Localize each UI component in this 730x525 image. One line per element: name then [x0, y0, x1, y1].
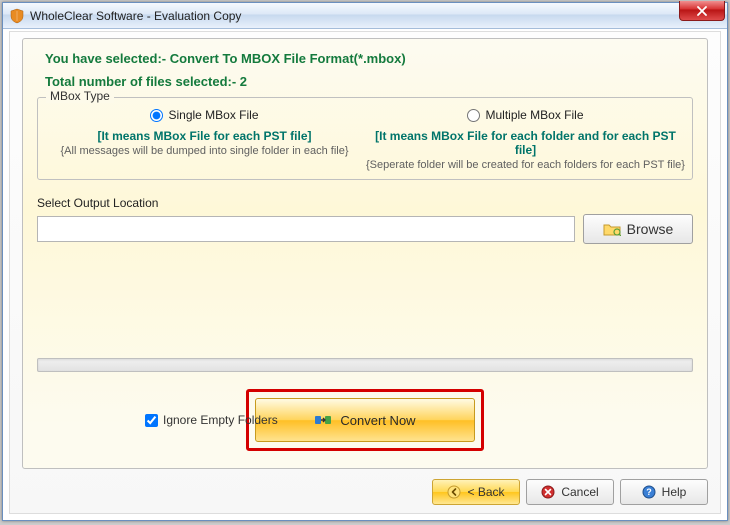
- ignore-empty-checkbox[interactable]: Ignore Empty Folders: [145, 413, 278, 427]
- ignore-empty-label: Ignore Empty Folders: [163, 413, 278, 427]
- selected-format-text: You have selected:- Convert To MBOX File…: [45, 51, 693, 66]
- svg-text:?: ?: [646, 487, 652, 497]
- browse-button[interactable]: Browse: [583, 214, 693, 244]
- back-button[interactable]: < Back: [432, 479, 520, 505]
- cancel-icon: [541, 485, 555, 499]
- titlebar: WholeClear Software - Evaluation Copy: [3, 3, 727, 29]
- main-panel: You have selected:- Convert To MBOX File…: [22, 38, 708, 469]
- single-mbox-hint2: {All messages will be dumped into single…: [44, 145, 365, 157]
- convert-highlight: Convert Now: [246, 389, 484, 451]
- app-window: WholeClear Software - Evaluation Copy Yo…: [2, 2, 728, 521]
- help-button[interactable]: ? Help: [620, 479, 708, 505]
- progress-bar: [37, 358, 693, 372]
- single-mbox-label: Single MBox File: [168, 108, 258, 122]
- single-mbox-radio[interactable]: Single MBox File: [150, 108, 258, 122]
- mbox-type-legend: MBox Type: [46, 89, 114, 103]
- output-location-input[interactable]: [37, 216, 575, 242]
- back-icon: [447, 485, 461, 499]
- multiple-mbox-hint1: [It means MBox File for each folder and …: [365, 129, 686, 157]
- cancel-button[interactable]: Cancel: [526, 479, 614, 505]
- convert-now-label: Convert Now: [340, 413, 415, 428]
- mbox-type-group: MBox Type Single MBox File [It means MBo…: [37, 97, 693, 180]
- nav-bar: < Back Cancel ? Help: [22, 479, 708, 505]
- back-label: < Back: [467, 485, 504, 499]
- cancel-label: Cancel: [561, 485, 598, 499]
- help-icon: ?: [642, 485, 656, 499]
- folder-icon: [603, 222, 621, 236]
- output-location-label: Select Output Location: [37, 196, 693, 210]
- app-icon: [9, 8, 25, 24]
- close-button[interactable]: [679, 1, 725, 21]
- multiple-mbox-radio[interactable]: Multiple MBox File: [467, 108, 583, 122]
- total-files-text: Total number of files selected:- 2: [45, 74, 693, 89]
- multiple-mbox-label: Multiple MBox File: [485, 108, 583, 122]
- client-area: You have selected:- Convert To MBOX File…: [9, 31, 721, 514]
- multiple-mbox-hint2: {Seperate folder will be created for eac…: [365, 159, 686, 171]
- multiple-mbox-radio-input[interactable]: [467, 109, 480, 122]
- convert-now-button[interactable]: Convert Now: [255, 398, 475, 442]
- single-mbox-hint1: [It means MBox File for each PST file]: [44, 129, 365, 143]
- single-mbox-radio-input[interactable]: [150, 109, 163, 122]
- convert-icon: [314, 411, 332, 429]
- browse-label: Browse: [627, 221, 674, 237]
- help-label: Help: [662, 485, 687, 499]
- window-title: WholeClear Software - Evaluation Copy: [30, 9, 241, 23]
- action-row: Ignore Empty Folders Convert Now: [37, 390, 693, 450]
- ignore-empty-checkbox-input[interactable]: [145, 414, 158, 427]
